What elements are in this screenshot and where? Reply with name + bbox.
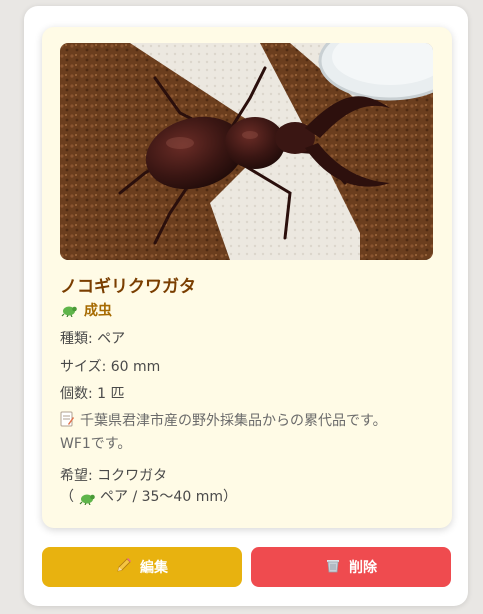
beetle-name: ノコギリクワガタ <box>60 277 196 297</box>
wanted-species: 希望: コクワガタ <box>60 468 168 484</box>
type-field: 種類: ペア <box>60 331 126 347</box>
memo-line-1: 千葉県君津市産の野外採集品からの累代品です。 <box>80 413 387 429</box>
wastebasket-icon <box>325 557 341 577</box>
memo-text: 千葉県君津市産の野外採集品からの累代品です。 WF1です。 <box>60 411 430 455</box>
edit-button-label: 編集 <box>140 560 168 576</box>
beetle-icon <box>78 491 96 505</box>
size-field: サイズ: 60 mm <box>60 359 161 375</box>
count-field: 個数: 1 匹 <box>60 386 125 402</box>
stage-label: 成虫 <box>60 300 112 320</box>
delete-button[interactable]: 削除 <box>251 547 451 587</box>
wanted-open-paren: （ <box>60 489 74 505</box>
stage-text: 成虫 <box>84 303 112 319</box>
edit-button[interactable]: 編集 <box>42 547 242 587</box>
pencil-icon <box>116 557 132 577</box>
delete-button-label: 削除 <box>349 560 377 576</box>
beetle-photo <box>60 43 433 260</box>
wanted-section: 希望: コクワガタ （ ペア / 35〜40 mm） <box>60 466 237 508</box>
wanted-detail: ペア / 35〜40 mm） <box>100 489 237 505</box>
memo-icon <box>60 411 74 434</box>
memo-line-2: WF1です。 <box>60 436 132 452</box>
beetle-icon <box>60 303 78 317</box>
